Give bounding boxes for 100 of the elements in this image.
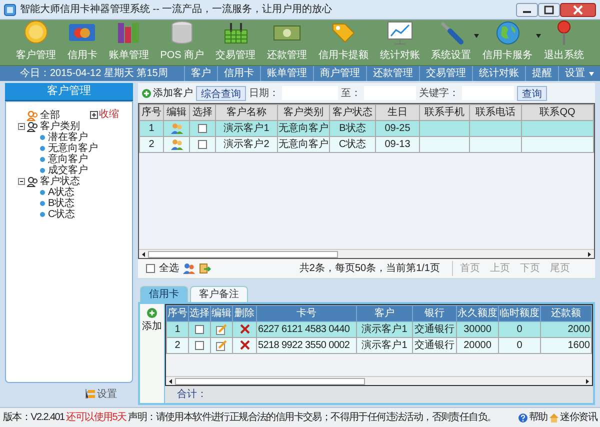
checkbox[interactable]: [198, 140, 207, 149]
people-icon: [27, 176, 38, 186]
edit-button[interactable]: [216, 340, 227, 351]
to-label: 至：: [341, 86, 361, 100]
nav-tab[interactable]: 账单管理: [260, 66, 313, 81]
checkbox[interactable]: [195, 340, 204, 350]
table-cell: 演示客户2: [216, 136, 278, 152]
table-cell: 2: [140, 136, 164, 152]
column-header[interactable]: 卡号: [256, 306, 356, 322]
app-icon: [4, 4, 16, 16]
toolbar-button[interactable]: 客户管理: [12, 20, 60, 63]
table-row[interactable]: 1 演示客户1 无意向客户 B状态 09-25: [140, 120, 594, 136]
expander-icon: [18, 123, 25, 130]
bullet-icon: [40, 146, 45, 151]
edit-button[interactable]: [170, 138, 182, 150]
edit-button[interactable]: [216, 324, 227, 335]
search-button[interactable]: 查询: [517, 86, 547, 100]
toolbar-button[interactable]: 还款管理: [262, 20, 311, 63]
table-cell: C状态: [330, 136, 376, 152]
collapse-icon: [90, 110, 98, 118]
query-tab[interactable]: 综合查询: [196, 86, 246, 100]
cross-icon: [240, 340, 250, 350]
bullet-icon: [40, 135, 45, 140]
users-icon: [170, 138, 182, 150]
toolbar-button[interactable]: 信用卡服务: [478, 20, 537, 63]
globe-icon: [494, 20, 522, 46]
nav-tab[interactable]: 信用卡: [217, 66, 260, 81]
collapse-link[interactable]: 收缩: [90, 107, 119, 122]
checkbox[interactable]: [198, 124, 207, 133]
table-cell: 交通银行: [412, 338, 456, 354]
bullet-icon: [40, 168, 45, 173]
checkbox[interactable]: [146, 264, 155, 273]
delete-button[interactable]: [240, 324, 250, 334]
export-icon: [199, 263, 211, 274]
settings-button[interactable]: 设置: [85, 386, 117, 402]
disclaimer-text: 声明：请使用本软件进行正规合法的信用卡交易；不得用于任何违法活动，否则责任自负。: [128, 410, 498, 425]
pencil-icon: [216, 324, 227, 335]
toolbar-button[interactable]: 系统设置: [427, 20, 476, 63]
page-summary: 共2条，每页50条，当前第1/1页: [299, 261, 453, 276]
scroll-thumb[interactable]: [148, 250, 338, 258]
nav-tab[interactable]: 客户: [184, 66, 217, 81]
bullet-icon: [40, 157, 45, 162]
date-label: 今日：2015-04-12 星期天 第15周: [19, 66, 169, 81]
toolbar-button[interactable]: 统计对账: [376, 20, 424, 63]
table-cell: 09-13: [376, 136, 420, 152]
table-cell: [420, 136, 470, 152]
toolbar-button[interactable]: 信用卡: [63, 20, 102, 63]
table-cell: 无意向客户: [278, 136, 330, 152]
pencil-icon: [216, 340, 227, 351]
delete-button[interactable]: [240, 340, 250, 350]
tab[interactable]: 客户备注: [190, 286, 248, 302]
toolbar-button[interactable]: 退出系统: [540, 20, 588, 63]
people-icon: [27, 110, 38, 120]
people-icon: [27, 122, 38, 132]
close-icon: [560, 2, 596, 16]
toolbar-button[interactable]: 信用卡提额: [314, 20, 372, 63]
add-customer-button[interactable]: 添加客户: [142, 86, 193, 100]
users-icon: [170, 122, 182, 134]
house-icon: [549, 412, 560, 422]
cross-icon: [240, 324, 250, 334]
select-all-checkbox[interactable]: 全选: [146, 261, 179, 276]
add-card-button[interactable]: 添加: [140, 304, 164, 403]
toolbar-button[interactable]: 交易管理: [212, 20, 260, 63]
bullet-icon: [40, 201, 45, 206]
edit-button[interactable]: [170, 122, 182, 134]
table-cell: 演示客户1: [356, 338, 412, 354]
table-cell: 2: [166, 338, 188, 354]
help-icon: [518, 412, 528, 422]
table-cell: [522, 136, 594, 152]
news-button[interactable]: 迷你资讯: [549, 410, 597, 425]
table-cell: 0: [498, 338, 540, 354]
table-cell: 5218 9922 3550 0002: [256, 338, 356, 354]
tab[interactable]: 信用卡: [140, 286, 188, 302]
expander-icon: [18, 178, 25, 185]
column-header[interactable]: 序号: [140, 104, 164, 120]
plus-icon: [147, 308, 157, 318]
checkbox[interactable]: [195, 324, 204, 334]
table-row[interactable]: 2 5218 9922 3550 0002 演示客户1 交通银行 20000 0 1600: [166, 338, 592, 354]
bullet-icon: [40, 190, 45, 195]
nav-tab[interactable]: 商户管理: [313, 66, 366, 81]
column-header[interactable]: 联系QQ: [522, 104, 594, 120]
toolbar-button[interactable]: POS 商户: [156, 20, 208, 63]
table-cell: [470, 136, 522, 152]
nav-tab[interactable]: 提醒: [525, 66, 558, 81]
column-header[interactable]: 序号: [166, 306, 188, 322]
plus-icon: [142, 88, 151, 98]
tree-item[interactable]: C状态: [48, 207, 76, 222]
date-label: 日期：: [249, 86, 279, 100]
nav-tab[interactable]: 还款管理: [366, 66, 419, 81]
table-cell: 1600: [540, 338, 592, 354]
table-row[interactable]: 1 6227 6121 4583 0440 演示客户1 交通银行 30000 0 2000: [166, 322, 592, 338]
scroll-thumb[interactable]: [175, 378, 365, 384]
panel-header: 客户管理: [5, 83, 133, 101]
chart-board-icon: [386, 20, 414, 46]
table-row[interactable]: 2 演示客户2 无意向客户 C状态 09-13: [140, 136, 594, 152]
help-button[interactable]: 帮助: [518, 410, 548, 425]
nav-tab[interactable]: 统计对账: [472, 66, 525, 81]
nav-tab[interactable]: 设置: [558, 66, 600, 81]
nav-tab[interactable]: 交易管理: [419, 66, 472, 81]
toolbar-button[interactable]: 账单管理: [104, 20, 153, 63]
